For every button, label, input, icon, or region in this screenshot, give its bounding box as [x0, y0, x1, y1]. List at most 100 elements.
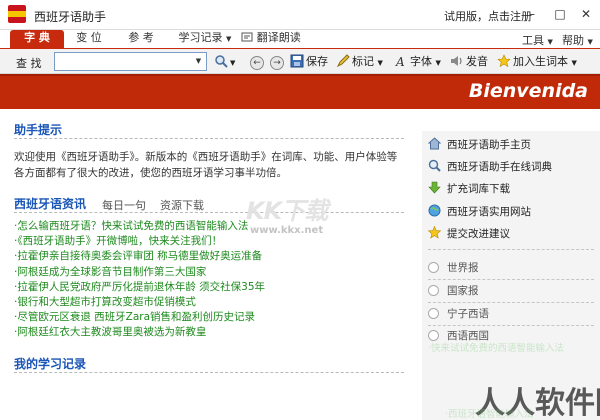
welcome-banner: Bienvenida — [0, 74, 600, 109]
back-arrow-icon: ← — [250, 56, 264, 70]
chevron-down-icon: ▼ — [571, 59, 577, 67]
tab-study-records[interactable]: 学习记录 ▼ — [172, 30, 238, 48]
tab-reference[interactable]: 参 考 — [118, 30, 164, 48]
trial-register-link[interactable]: 试用版，点击注册 — [444, 8, 532, 24]
news-item[interactable]: ·拉霍伊人民党政府严厉化提前退休年龄 须交社保35年 — [14, 280, 414, 295]
side-panel: 西班牙语助手主页 西班牙语助手在线词典 扩充词库下载 西班牙语实用网站 提交改进… — [422, 131, 600, 420]
side-link-label: 西班牙语实用网站 — [447, 206, 531, 218]
radio-button[interactable] — [428, 262, 439, 273]
tips-heading: 助手提示 — [14, 123, 63, 137]
back-button[interactable]: ← — [250, 54, 264, 70]
subtab-daily-sentence[interactable]: 每日一句 — [102, 197, 146, 213]
divider — [14, 138, 404, 139]
add-vocabulary-button[interactable]: 加入生词本 ▼ — [497, 54, 577, 70]
radio-button[interactable] — [428, 308, 439, 319]
watermark-faint-text: ·快来试试免费的西语智能输入法 — [428, 343, 565, 354]
forward-button[interactable]: → — [270, 54, 284, 70]
news-list: ·怎么输西班牙语？快来试试免费的西语智能输入法 ·《西班牙语助手》开微博啦，快来… — [14, 219, 414, 341]
watermark-brand: KK下载 — [246, 197, 328, 225]
forward-arrow-icon: → — [270, 56, 284, 70]
svg-text:A: A — [395, 55, 405, 68]
search-button[interactable]: ▼ — [214, 54, 235, 70]
tab-dictionary[interactable]: 字 典 — [10, 30, 64, 48]
font-a-icon: A — [395, 55, 405, 68]
font-button[interactable]: A 字体 ▼ — [394, 54, 441, 70]
star-icon — [428, 226, 441, 239]
news-item[interactable]: ·阿根廷红衣大主教波哥里奥被选为新教皇 — [14, 325, 414, 340]
records-heading[interactable]: 我的学习记录 — [14, 355, 86, 372]
news-item[interactable]: ·拉霍伊亲自接待奥委会评审团 称马德里做好奥运准备 — [14, 249, 414, 264]
watermark-url: www.kkx.net — [250, 225, 324, 236]
home-icon — [428, 137, 441, 150]
tab-bar: 字 典 变 位 参 考 学习记录 ▼ 翻译朗读 工具 ▼ 帮助 ▼ — [0, 30, 600, 48]
divider — [14, 212, 404, 213]
subtab-resource-download[interactable]: 资源下载 — [160, 197, 204, 213]
news-heading[interactable]: 西班牙语资讯 — [14, 195, 86, 212]
search-input[interactable] — [55, 53, 191, 70]
mark-button[interactable]: 标记 ▼ — [336, 54, 383, 70]
find-label: 查 找 — [16, 57, 42, 70]
menu-help[interactable]: 帮助 ▼ — [562, 32, 593, 48]
chevron-down-icon: ▼ — [435, 59, 441, 67]
news-item[interactable]: ·银行和大型超市打算改变超市促销模式 — [14, 295, 414, 310]
menu-help-label: 帮助 — [562, 34, 584, 47]
download-arrow-icon — [428, 181, 441, 194]
add-vocabulary-label: 加入生词本 — [513, 55, 568, 68]
translate-icon — [241, 32, 253, 42]
banner-text: Bienvenida — [468, 80, 588, 102]
speak-button-label: 发音 — [466, 55, 488, 68]
side-link-label: 扩充词库下载 — [447, 183, 510, 195]
news-item[interactable]: ·阿根廷成为全球影音节目制作第三大国家 — [14, 265, 414, 280]
save-button-label: 保存 — [306, 55, 328, 68]
chevron-down-icon: ▼ — [226, 35, 232, 43]
magnifier-icon — [215, 55, 228, 68]
news-item[interactable]: ·尽管欧元区衰退 西班牙Zara销售和盈利创历史记录 — [14, 310, 414, 325]
globe-icon — [428, 204, 441, 217]
search-dropdown-icon[interactable]: ▼ — [192, 54, 205, 69]
side-link-homepage[interactable]: 西班牙语助手主页 — [428, 137, 531, 153]
radio-label: 国家报 — [447, 285, 479, 297]
divider — [14, 372, 404, 373]
radio-option[interactable]: 世界报 — [428, 260, 479, 276]
main-content: 助手提示 欢迎使用《西班牙语助手》。新版本的《西班牙语助手》在词库、功能、用户体… — [0, 109, 600, 420]
mark-button-label: 标记 — [352, 55, 374, 68]
font-button-label: 字体 — [410, 55, 432, 68]
minimize-icon[interactable]: – — [524, 6, 540, 22]
save-button[interactable]: 保存 — [290, 54, 328, 70]
news-item[interactable]: ·怎么输西班牙语？快来试试免费的西语智能输入法 — [14, 219, 414, 234]
news-item[interactable]: ·《西班牙语助手》开微博啦，快来关注我们！ — [14, 234, 414, 249]
watermark-faint-text-2: ·西班牙语智能输入法 — [445, 409, 534, 420]
speak-button[interactable]: 发音 — [450, 54, 488, 70]
star-icon — [497, 54, 511, 68]
tab-translate-read-label: 翻译朗读 — [256, 31, 301, 44]
side-link-download-dictionary[interactable]: 扩充词库下载 — [428, 181, 510, 197]
search-icon — [428, 159, 441, 172]
radio-option[interactable]: 宁子西语 — [428, 306, 489, 322]
tab-translate-read[interactable]: 翻译朗读 — [240, 30, 302, 48]
radio-button[interactable] — [428, 285, 439, 296]
side-link-feedback[interactable]: 提交改进建议 — [428, 226, 510, 242]
maximize-icon[interactable]: □ — [552, 6, 568, 22]
side-link-label: 西班牙语助手主页 — [447, 139, 531, 151]
divider — [428, 325, 594, 326]
chevron-down-icon: ▼ — [377, 59, 383, 67]
side-link-label: 西班牙语助手在线词典 — [447, 161, 552, 173]
radio-label: 宁子西语 — [447, 308, 489, 320]
tips-text: 欢迎使用《西班牙语助手》。新版本的《西班牙语助手》在词库、功能、用户体验等各方面… — [14, 151, 398, 179]
tab-study-records-label: 学习记录 — [178, 31, 223, 44]
menu-tools[interactable]: 工具 ▼ — [522, 32, 553, 48]
chevron-down-icon: ▼ — [587, 38, 593, 46]
divider — [428, 302, 594, 303]
side-link-useful-websites[interactable]: 西班牙语实用网站 — [428, 204, 531, 220]
menu-tools-label: 工具 — [522, 34, 544, 47]
tab-conjugation[interactable]: 变 位 — [66, 30, 112, 48]
floppy-disk-icon — [290, 54, 304, 68]
speaker-icon — [451, 56, 462, 66]
title-bar: 西班牙语助手 试用版，点击注册 – □ ✕ — [0, 0, 600, 30]
radio-option[interactable]: 国家报 — [428, 283, 479, 299]
toolbar: 查 找 ▼ ▼ ← → 保存 标记 ▼ A 字体 ▼ 发音 加入生词本 ▼ — [0, 48, 600, 74]
side-link-online-dictionary[interactable]: 西班牙语助手在线词典 — [428, 159, 552, 175]
search-combobox[interactable]: ▼ — [54, 52, 207, 71]
close-icon[interactable]: ✕ — [578, 6, 594, 22]
spain-flag-icon — [8, 5, 26, 23]
